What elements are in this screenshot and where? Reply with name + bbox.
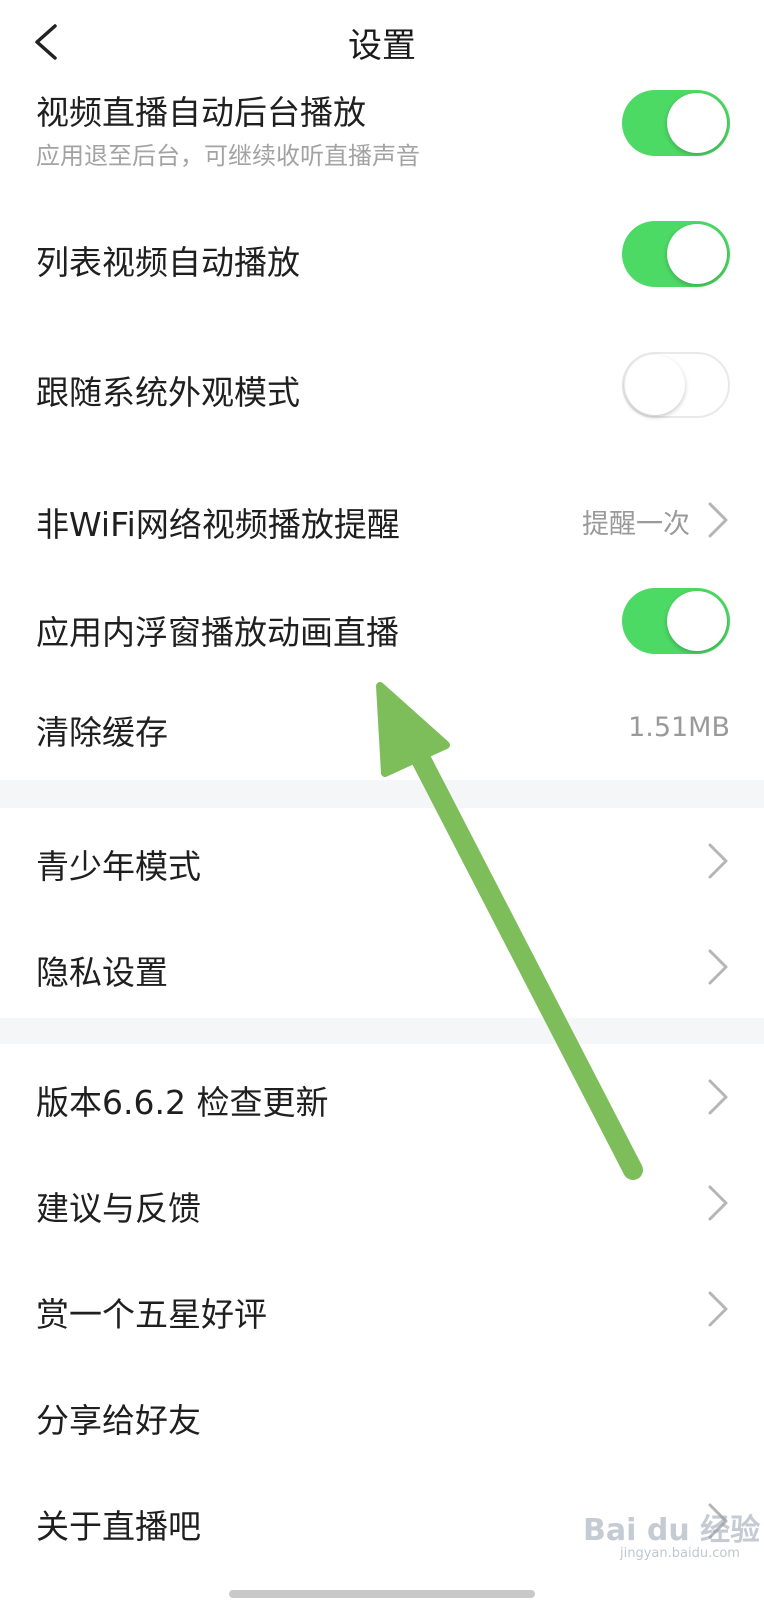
section-divider xyxy=(0,1018,764,1044)
setting-rate-title: 赏一个五星好评 xyxy=(36,1295,267,1334)
setting-live-background: 视频直播自动后台播放 应用退至后台，可继续收听直播声音 xyxy=(0,84,764,184)
in-app-float-toggle[interactable] xyxy=(622,588,730,654)
toggle-knob xyxy=(667,93,727,153)
setting-share-title: 分享给好友 xyxy=(36,1401,201,1440)
chevron-right-icon xyxy=(708,843,728,879)
setting-clear-cache-value: 1.51MB xyxy=(628,712,730,743)
chevron-right-icon xyxy=(708,949,728,985)
setting-feedback-title: 建议与反馈 xyxy=(36,1189,201,1228)
chevron-right-icon xyxy=(708,502,728,538)
live-background-toggle[interactable] xyxy=(622,90,730,156)
setting-in-app-float-title: 应用内浮窗播放动画直播 xyxy=(36,613,399,652)
chevron-right-icon xyxy=(708,1079,728,1115)
setting-about-title: 关于直播吧 xyxy=(36,1507,201,1546)
baidu-watermark-url: jingyan.baidu.com xyxy=(620,1546,740,1561)
nav-bar: 设置 xyxy=(0,0,764,84)
setting-in-app-float: 应用内浮窗播放动画直播 xyxy=(0,578,764,682)
setting-follow-system-theme-title: 跟随系统外观模式 xyxy=(36,373,300,412)
setting-rate[interactable]: 赏一个五星好评 xyxy=(0,1256,764,1362)
toggle-knob xyxy=(625,355,685,415)
setting-list-autoplay-title: 列表视频自动播放 xyxy=(36,243,300,282)
setting-privacy-title: 隐私设置 xyxy=(36,953,168,992)
list-autoplay-toggle[interactable] xyxy=(622,221,730,287)
baidu-watermark: Bai du 经验 xyxy=(583,1513,761,1548)
setting-clear-cache[interactable]: 清除缓存 1.51MB xyxy=(0,684,764,780)
setting-share[interactable]: 分享给好友 xyxy=(0,1362,764,1468)
toggle-knob xyxy=(667,591,727,651)
toggle-knob xyxy=(667,224,727,284)
setting-version[interactable]: 版本6.6.2 检查更新 xyxy=(0,1044,764,1150)
chevron-right-icon xyxy=(708,1291,728,1327)
chevron-right-icon xyxy=(708,1185,728,1221)
setting-youth-mode[interactable]: 青少年模式 xyxy=(0,808,764,914)
page-title: 设置 xyxy=(348,26,416,66)
home-indicator[interactable] xyxy=(229,1590,535,1598)
setting-non-wifi-reminder[interactable]: 非WiFi网络视频播放提醒 提醒一次 xyxy=(0,468,764,572)
setting-live-background-subtitle: 应用退至后台，可继续收听直播声音 xyxy=(36,142,420,170)
setting-live-background-title: 视频直播自动后台播放 xyxy=(36,93,366,132)
setting-non-wifi-reminder-value: 提醒一次 xyxy=(582,509,690,540)
setting-version-title: 版本6.6.2 检查更新 xyxy=(36,1083,329,1122)
setting-feedback[interactable]: 建议与反馈 xyxy=(0,1150,764,1256)
setting-clear-cache-title: 清除缓存 xyxy=(36,713,168,752)
setting-follow-system-theme: 跟随系统外观模式 xyxy=(0,336,764,440)
setting-non-wifi-reminder-title: 非WiFi网络视频播放提醒 xyxy=(36,505,400,544)
setting-list-autoplay: 列表视频自动播放 xyxy=(0,206,764,310)
section-divider xyxy=(0,780,764,808)
follow-system-theme-toggle[interactable] xyxy=(622,352,730,418)
setting-youth-mode-title: 青少年模式 xyxy=(36,847,201,886)
setting-privacy[interactable]: 隐私设置 xyxy=(0,914,764,1018)
